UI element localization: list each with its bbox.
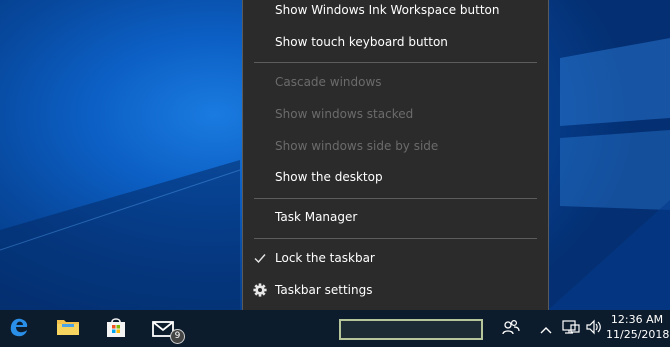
menu-item-cascade-windows: Cascade windows xyxy=(275,75,382,89)
folder-icon xyxy=(56,317,80,341)
taskbar-search-box[interactable] xyxy=(339,319,483,340)
store-button[interactable] xyxy=(96,310,136,347)
checkmark-icon xyxy=(250,246,270,270)
people-icon xyxy=(502,319,520,339)
taskbar-context-menu: Show Windows Ink Workspace button Show t… xyxy=(242,0,549,314)
menu-item-taskbar-settings[interactable]: Taskbar settings xyxy=(243,278,548,302)
menu-item-show-desktop[interactable]: Show the desktop xyxy=(243,165,548,189)
menu-item-lock-taskbar[interactable]: Lock the taskbar xyxy=(243,246,548,270)
people-button[interactable] xyxy=(498,310,524,347)
edge-icon xyxy=(8,316,30,342)
file-explorer-button[interactable] xyxy=(48,310,88,347)
gear-icon xyxy=(250,278,270,302)
mail-button[interactable]: 9 xyxy=(144,310,188,347)
edge-button[interactable] xyxy=(0,310,38,347)
menu-item-show-touch-keyboard[interactable]: Show touch keyboard button xyxy=(243,30,548,54)
network-icon xyxy=(562,319,580,339)
taskbar[interactable]: 9 xyxy=(0,310,670,347)
menu-separator xyxy=(254,198,537,199)
mail-badge: 9 xyxy=(170,328,185,344)
menu-separator xyxy=(254,238,537,239)
store-icon xyxy=(105,316,127,342)
mail-icon: 9 xyxy=(151,317,185,344)
menu-item-side-by-side: Show windows side by side xyxy=(275,139,439,153)
volume-button[interactable] xyxy=(584,310,604,347)
menu-item-show-ink-workspace[interactable]: Show Windows Ink Workspace button xyxy=(243,0,548,22)
menu-item-label: Taskbar settings xyxy=(275,283,373,297)
clock-date: 11/25/2018 xyxy=(606,328,670,341)
show-hidden-icons-button[interactable] xyxy=(536,310,556,347)
clock-time: 12:36 AM xyxy=(610,313,664,326)
menu-item-label: Lock the taskbar xyxy=(275,251,375,265)
chevron-up-icon xyxy=(540,319,552,338)
menu-item-show-windows-stacked: Show windows stacked xyxy=(275,107,414,121)
taskbar-clock[interactable]: 12:36 AM 11/25/2018 xyxy=(606,312,670,342)
menu-item-task-manager[interactable]: Task Manager xyxy=(243,205,548,229)
menu-separator xyxy=(254,62,537,63)
network-button[interactable] xyxy=(560,310,582,347)
volume-icon xyxy=(585,319,603,339)
